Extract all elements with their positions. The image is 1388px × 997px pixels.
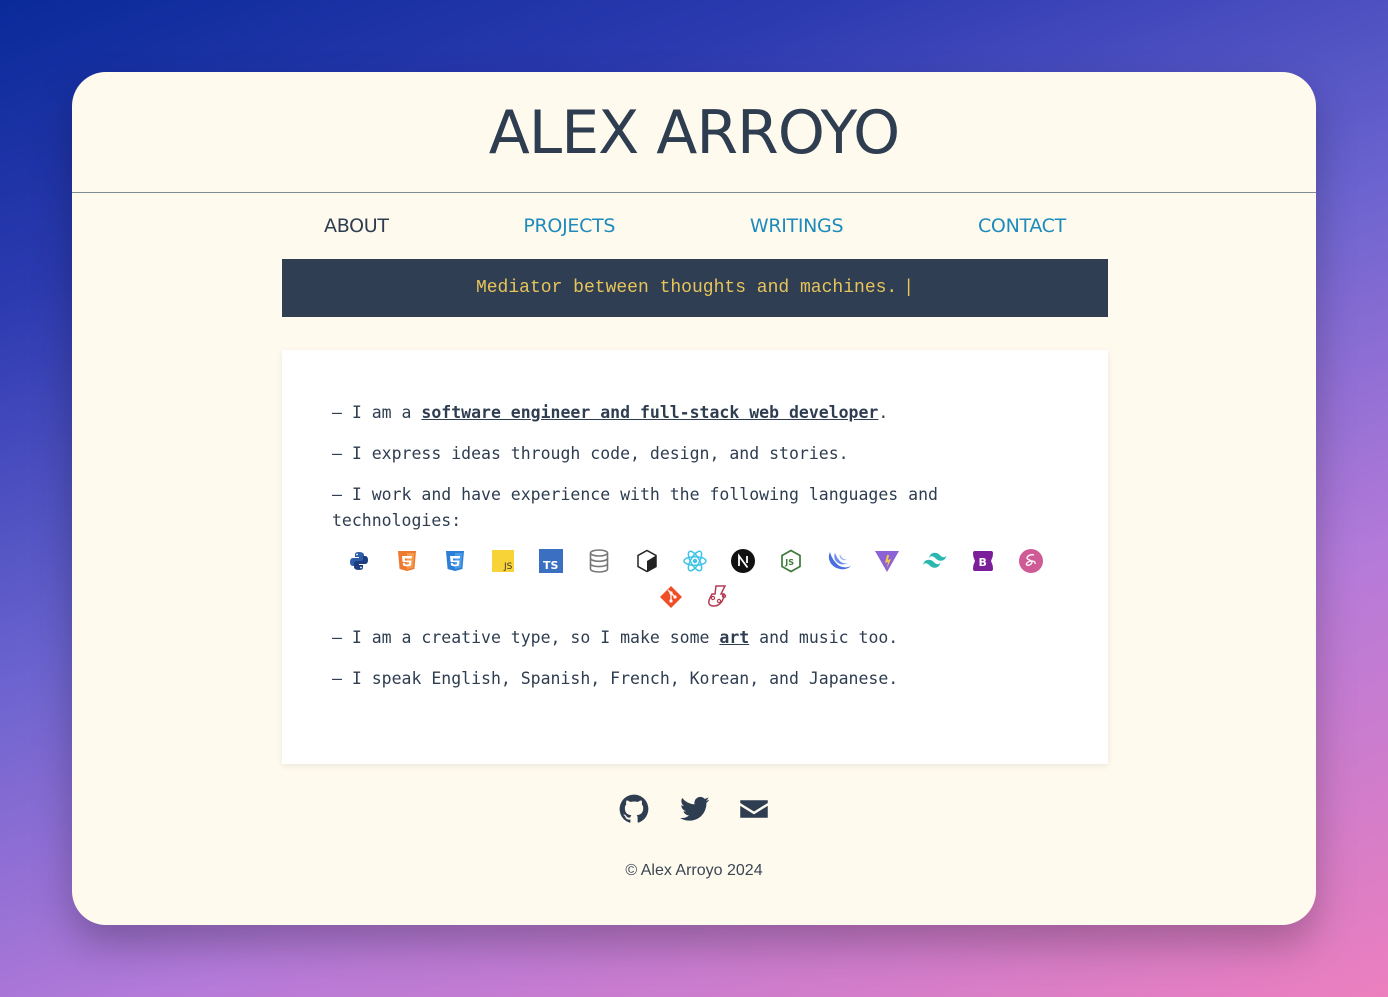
tailwind-icon — [911, 547, 959, 575]
javascript-icon: JS — [479, 547, 527, 575]
about-line-1: – I am a software engineer and full-stac… — [332, 400, 1058, 426]
copyright-text: © Alex Arroyo 2024 — [625, 862, 763, 879]
nav-projects[interactable]: PROJECTS — [523, 215, 615, 237]
nav-contact[interactable]: CONTACT — [978, 215, 1066, 237]
nav-writings[interactable]: WRITINGS — [750, 215, 844, 237]
nodejs-icon: JS — [767, 547, 815, 575]
css3-icon — [431, 547, 479, 575]
site-title: ALEX ARROYO — [488, 98, 901, 168]
svg-text:JS: JS — [503, 562, 513, 572]
jquery-icon — [815, 547, 863, 575]
social-links — [72, 794, 1316, 824]
typescript-icon: TS — [527, 547, 575, 575]
python-icon — [335, 547, 383, 575]
nextjs-icon — [719, 547, 767, 575]
svg-text:TS: TS — [543, 559, 559, 572]
about-card: – I am a software engineer and full-stac… — [282, 350, 1108, 764]
vite-icon — [863, 547, 911, 575]
github-icon[interactable] — [619, 794, 649, 824]
about-line-5: – I speak English, Spanish, French, Kore… — [332, 669, 899, 688]
html5-icon — [383, 547, 431, 575]
browser-window: ALEX ARROYO ABOUT PROJECTS WRITINGS CONT… — [72, 72, 1316, 925]
about-line-4-suffix: and music too. — [749, 628, 899, 647]
database-icon — [575, 547, 623, 575]
bun-icon — [623, 547, 671, 575]
react-icon — [671, 547, 719, 575]
about-line-1-suffix: . — [878, 403, 889, 422]
header-divider — [72, 192, 1316, 193]
svg-text:B: B — [979, 556, 987, 569]
main-nav: ABOUT PROJECTS WRITINGS CONTACT — [282, 215, 1108, 237]
about-line-4-prefix: – I am a creative type, so I make some — [332, 628, 720, 647]
bootstrap-icon: B — [959, 547, 1007, 575]
svg-text:JS: JS — [784, 558, 794, 567]
tech-icon-list: JS TS JS B — [332, 547, 1058, 611]
about-line-1-prefix: – I am a — [332, 403, 422, 422]
sass-icon — [1007, 547, 1055, 575]
twitter-icon[interactable] — [679, 794, 710, 824]
jest-icon — [695, 583, 743, 611]
about-line-3: – I work and have experience with the fo… — [332, 485, 938, 530]
tagline-banner: Mediator between thoughts and machines. … — [282, 259, 1108, 317]
typing-cursor: | — [903, 278, 915, 298]
nav-about[interactable]: ABOUT — [324, 215, 389, 237]
software-engineer-link[interactable]: software engineer and full-stack web dev… — [421, 403, 878, 422]
tagline-text: Mediator between thoughts and machines. — [475, 278, 898, 298]
about-line-4: – I am a creative type, so I make some a… — [332, 625, 1058, 651]
email-icon[interactable] — [739, 794, 769, 824]
about-line-2: – I express ideas through code, design, … — [332, 444, 849, 463]
art-link[interactable]: art — [719, 628, 749, 647]
git-icon — [647, 583, 695, 611]
